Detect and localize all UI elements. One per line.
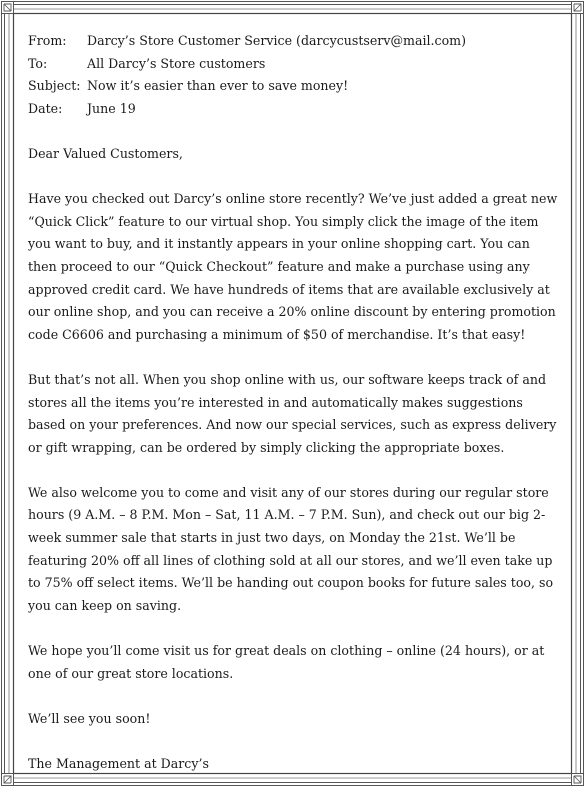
subject-label: Subject:	[28, 78, 81, 94]
body-paragraph: But that’s not all. When you shop online…	[28, 371, 557, 455]
email-message: From: Darcy’s Store Customer Service (da…	[28, 30, 558, 776]
date-value: June 19	[87, 100, 136, 116]
to-row: To: All Darcy’s Store customers	[28, 53, 558, 76]
body-paragraph: Have you checked out Darcy’s online stor…	[28, 191, 558, 342]
corner-ornament-top-left	[1, 1, 14, 14]
subject-value: Now it’s easier than ever to save money!	[87, 78, 349, 94]
corner-ornament-bottom-left	[1, 773, 14, 786]
body-paragraph: We hope you’ll come visit us for great d…	[28, 643, 545, 681]
corner-ornament-top-right	[571, 1, 584, 14]
to-label: To:	[28, 55, 48, 71]
date-row: Date: June 19	[28, 98, 558, 121]
from-row: From: Darcy’s Store Customer Service (da…	[28, 30, 558, 53]
greeting: Dear Valued Customers,	[28, 145, 183, 161]
closing-line: We’ll see you soon!	[28, 710, 151, 726]
to-value: All Darcy’s Store customers	[87, 55, 266, 71]
from-label: From:	[28, 33, 67, 48]
signature: The Management at Darcy’s	[28, 756, 209, 771]
from-value: Darcy’s Store Customer Service (darcycus…	[87, 33, 467, 48]
subject-row: Subject: Now it’s easier than ever to sa…	[28, 75, 558, 98]
corner-ornament-bottom-right	[571, 773, 584, 786]
date-label: Date:	[28, 100, 63, 116]
body-paragraph: We also welcome you to come and visit an…	[28, 484, 554, 613]
